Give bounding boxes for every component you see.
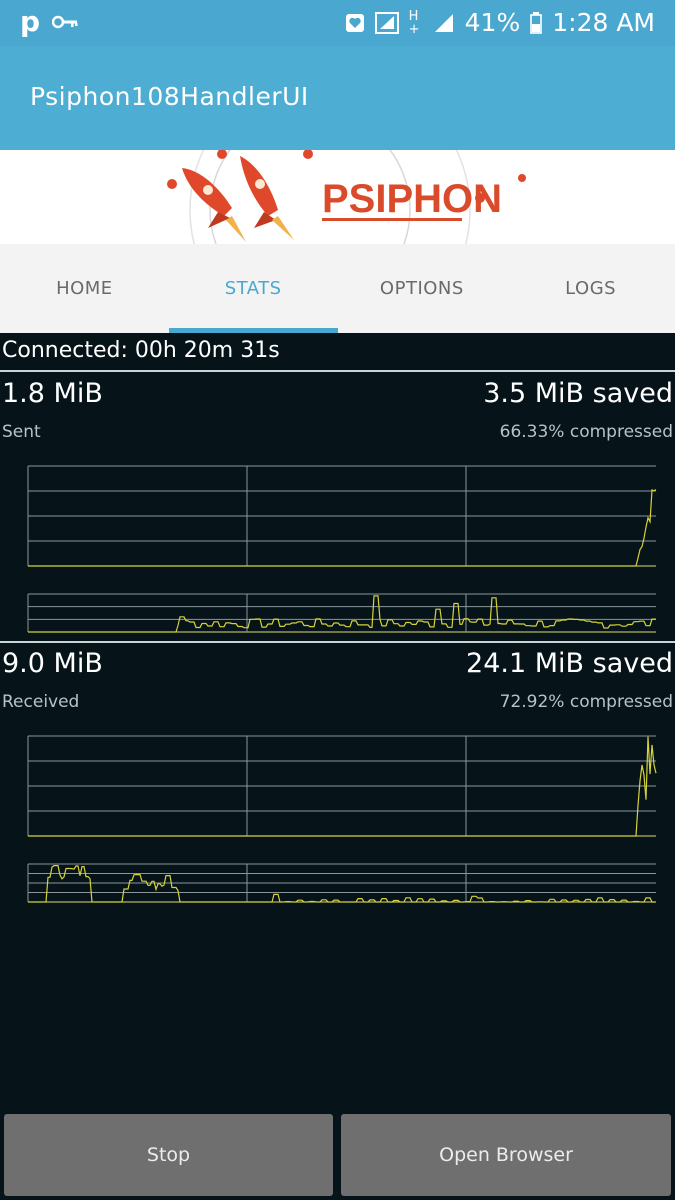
divider-received (0, 641, 675, 643)
status-bar-right: H+ 41% 1:28 AM (345, 8, 655, 37)
signal-icon (434, 13, 453, 32)
tab-logs[interactable]: LOGS (506, 244, 675, 333)
status-bar: p H+ 41% 1:28 AM (0, 0, 675, 46)
app-bar: Psiphon108HandlerUI (0, 46, 675, 150)
battery-percent: 41% (464, 8, 521, 37)
network-type: H+ (408, 8, 420, 37)
signal-box-icon (374, 11, 399, 34)
sent-compressed: 66.33% compressed (499, 422, 673, 442)
psiphon-banner: PSIPHON (0, 150, 675, 244)
clock: 1:28 AM (552, 8, 655, 37)
received-saved: 24.1 MiB saved (466, 648, 673, 679)
app-title: Psiphon108HandlerUI (30, 82, 309, 111)
sent-amount: 1.8 MiB (2, 378, 103, 409)
received-label: Received (2, 692, 80, 712)
sent-detail-line (28, 595, 656, 633)
battery-icon (530, 11, 543, 34)
received-compressed: 72.92% compressed (499, 692, 673, 712)
sent-saved: 3.5 MiB saved (483, 378, 673, 409)
tab-options[interactable]: OPTIONS (338, 244, 507, 333)
connected-duration: Connected: 00h 20m 31s (2, 338, 280, 363)
notification-icon (345, 13, 364, 32)
recv-detail-line (28, 865, 656, 903)
sent-graph (27, 465, 657, 633)
sent-main-line (28, 488, 657, 567)
stop-button[interactable]: Stop (4, 1114, 333, 1196)
psiphon-logo: PSIPHON (167, 150, 526, 244)
open-browser-button[interactable]: Open Browser (341, 1114, 671, 1196)
received-graph (27, 735, 657, 903)
rocket-icon-2 (240, 156, 294, 240)
p-letter-icon: p (20, 5, 41, 38)
tab-stats[interactable]: STATS (168, 244, 338, 333)
status-bar-left: p (20, 6, 78, 38)
sent-label: Sent (2, 422, 41, 442)
tab-home[interactable]: HOME (0, 244, 169, 333)
key-icon (52, 15, 78, 29)
logo-text: PSIPHON (322, 177, 502, 221)
tab-bar: HOME STATS OPTIONS LOGS (0, 244, 675, 333)
received-amount: 9.0 MiB (2, 648, 103, 679)
divider-sent (0, 370, 675, 372)
